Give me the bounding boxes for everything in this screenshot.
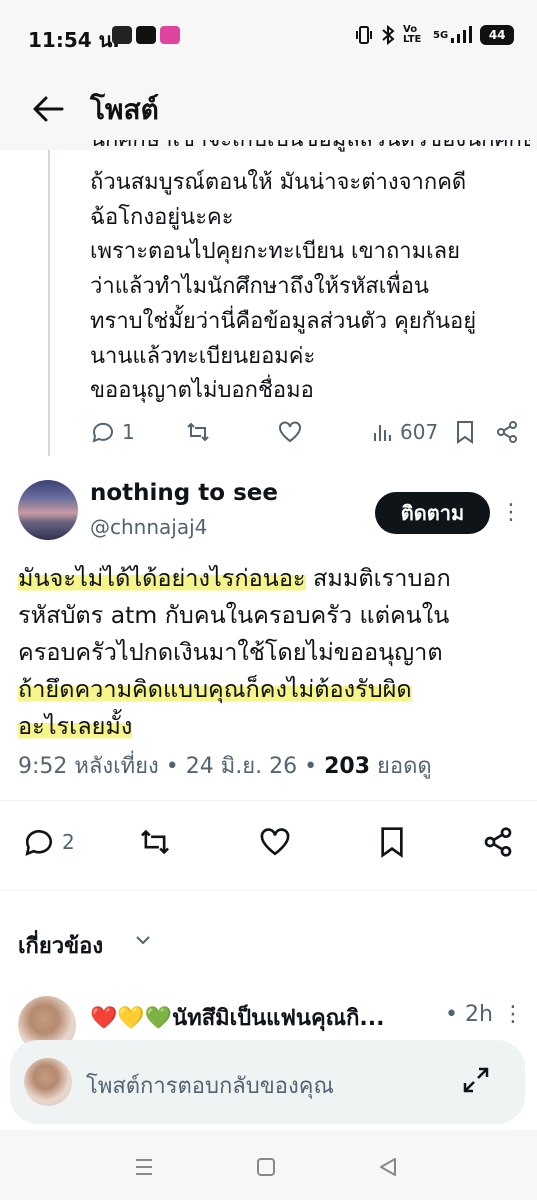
reply-line: ว่าแล้วทำไมนักศึกษาถึงให้รหัสเพื่อน [90,274,429,300]
signal-icon [451,26,473,43]
views-icon [374,425,391,441]
more-options-icon[interactable]: ⋮ [502,1002,524,1027]
repost-icon [140,829,170,855]
network-label: 5G [433,29,449,41]
repost-action[interactable] [185,420,211,444]
divider [0,800,537,801]
author-handle[interactable]: @chnnajaj4 [90,515,207,539]
more-options-icon[interactable]: ⋮ [500,500,522,525]
volte-label: Vo LTE [403,24,422,45]
author-avatar[interactable] [18,480,78,540]
reply-input[interactable]: โพสต์การตอบกลับของคุณ [86,1068,334,1103]
thread-line [48,150,50,456]
post-time: 9:52 หลังเที่ยง [18,754,159,779]
views-count: 607 [400,420,439,444]
share-icon [497,421,517,443]
page-title: โพสต์ [90,93,159,126]
repost-icon [187,422,209,442]
reply-line: นักศึกษาเขาจะเก็บเป็นข้อมูลส่วนตัวของนัก… [90,140,530,152]
recent-apps-icon[interactable] [134,1158,154,1176]
highlighted-text: อะไรเลยมั้ง [18,712,133,740]
notification-app-icon [112,26,132,44]
post-timestamp: 9:52 หลังเที่ยง • 24 มิ.ย. 26 • 203 ยอดด… [18,748,432,783]
back-nav-icon[interactable] [378,1157,398,1177]
post-date: 24 มิ.ย. 26 [185,754,298,779]
highlighted-text: มันจะไม่ได้ได้อย่างไรก่อนอะ [18,564,306,592]
share-icon [484,827,512,857]
related-post-time: • 2h [445,1002,493,1027]
reply-post-text: นักศึกษาเขาจะเก็บเป็นข้อมูลส่วนตัวของนัก… [90,140,530,409]
separator: • [297,754,325,779]
related-author-name[interactable]: ❤️💛💚นัทสึมิเป็นแฟนคุณกิ... [90,1000,385,1035]
like-action[interactable] [277,420,303,444]
post-text-segment: สมมติเราบอก [305,564,451,592]
repost-action[interactable] [138,826,172,858]
expand-icon[interactable] [460,1064,492,1096]
reply-count: 2 [62,830,75,854]
reply-action[interactable]: 1 [90,420,135,444]
share-action[interactable] [495,420,519,444]
related-section-title[interactable]: เกี่ยวข้อง [18,928,103,963]
shopping-app-icon [160,26,180,44]
reply-line: ถ้วนสมบูรณ์ตอนให้ มันน่าจะต่างจากคดี [90,170,467,195]
bookmark-icon [381,827,403,858]
views-count: 203 [324,754,371,779]
bookmark-action[interactable] [455,420,475,444]
reply-line: ขออนุญาตไม่บอกชื่อมอ [90,378,314,404]
reply-line: ทราบใช่มั้ยว่านี่คือข้อมูลส่วนตัว คุยกัน… [90,308,477,334]
post-text-line: ครอบครัวไปกดเงินมาใช้โดยไม่ขออนุญาต [18,638,443,666]
back-arrow-icon[interactable] [30,92,66,126]
home-icon[interactable] [256,1157,276,1177]
separator: • [158,754,186,779]
bookmark-action[interactable] [378,826,406,858]
like-action[interactable] [258,826,292,858]
header [0,70,537,150]
divider [0,890,537,891]
post-text: มันจะไม่ได้ได้อย่างไรก่อนอะ สมมติเราบอก … [18,560,533,745]
reply-line: ฉ้อโกงอยู่นะคะ [90,204,234,230]
reply-count: 1 [122,420,135,444]
author-name[interactable]: nothing to see [90,480,278,506]
status-time: 11:54 น. [28,28,120,52]
views-label: ยอดดู [370,754,432,779]
my-avatar [24,1058,72,1106]
comment-icon [25,830,53,856]
heart-icon [260,828,290,856]
tiktok-icon [136,26,156,44]
reply-line: เพราะตอนไปคุยกะทะเบียน เขาถามเลย [90,239,461,265]
views-action[interactable]: 607 [372,420,438,444]
vibrate-icon [356,26,372,44]
follow-button[interactable]: ติดตาม [375,492,490,534]
post-text-line: รหัสบัตร atm กับคนในครอบครัว แต่คนใน [18,601,450,629]
share-action[interactable] [482,826,514,858]
reply-action[interactable]: 2 [22,826,75,858]
highlighted-text: ถ้ายึดความคิดแบบคุณก็คงไม่ต้องรับผิด [18,675,412,703]
heart-icon [279,421,301,443]
comment-icon [92,422,113,443]
reply-line: นานแล้วทะเบียนยอมค่ะ [90,343,316,369]
chevron-down-icon[interactable] [133,930,153,950]
bluetooth-icon [382,25,395,45]
battery-icon: 44 [480,25,515,45]
bookmark-icon [457,421,473,444]
status-icons: Vo LTE 5G 44 [355,22,515,48]
